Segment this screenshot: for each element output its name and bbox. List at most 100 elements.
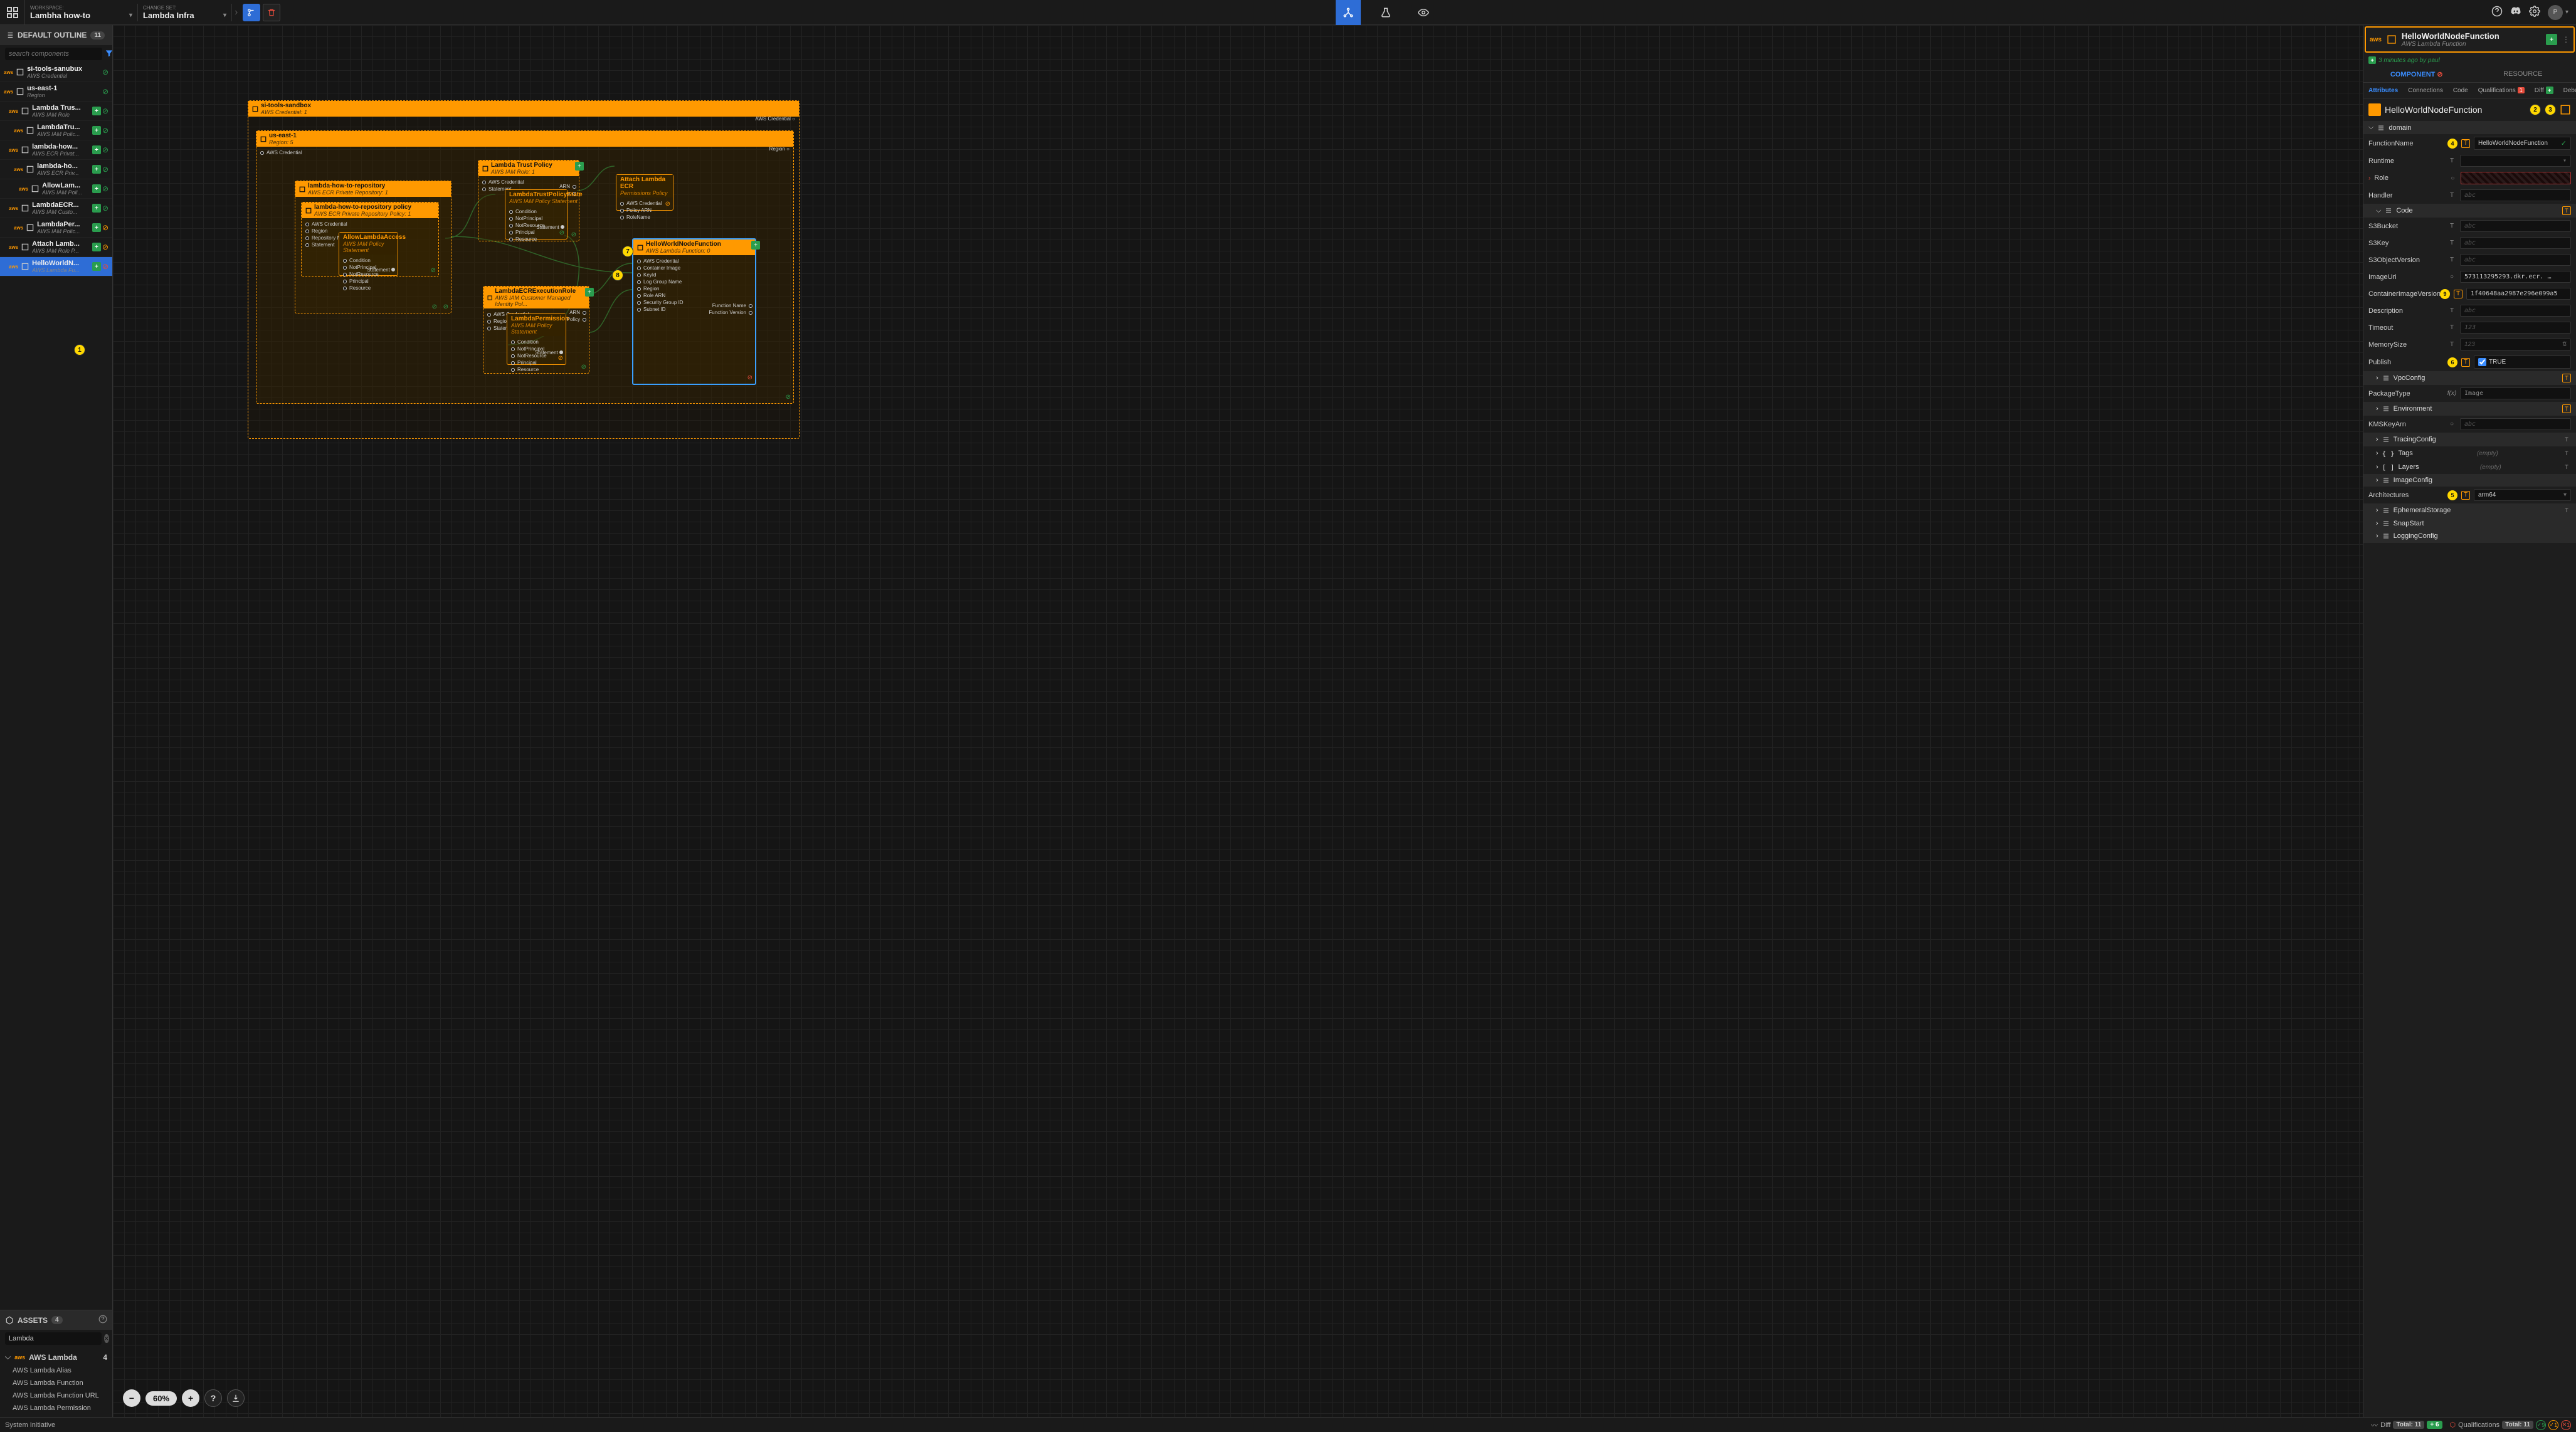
s3objectversion-input[interactable]: abc [2460,254,2571,266]
topbar: WORKSPACE: Lambha how-to CHANGE SET: Lam… [0,0,2576,25]
add-button[interactable]: + [585,288,594,297]
tab-code[interactable]: Code [2448,83,2473,98]
outline-item[interactable]: awsLambda Trus...AWS IAM Role+⊘ [0,102,112,121]
canvas[interactable]: si-tools-sandboxAWS Credential: 1 AWS Cr… [113,25,2363,1417]
lab-view-icon[interactable] [1373,0,1398,25]
edit-icon[interactable]: T [2562,206,2571,215]
assets-title: ASSETS [18,1316,48,1325]
zoom-out-button[interactable]: − [123,1389,140,1407]
add-button[interactable]: + [751,241,760,250]
outline-search-input[interactable] [5,48,102,60]
discord-icon[interactable] [2510,6,2521,19]
changeset-selector[interactable]: CHANGE SET: Lambda Infra [138,4,232,21]
tab-qualifications[interactable]: Qualifications 1 [2473,83,2530,98]
section-imageconfig[interactable]: ›ImageConfig [2363,474,2576,487]
timeout-input[interactable]: 123 [2460,322,2571,334]
outline-item[interactable]: awslambda-ho...AWS ECR Priv...+⊘ [0,160,112,179]
frame-type-icon[interactable] [2560,104,2571,115]
outline-item[interactable]: awsLambdaTru...AWS IAM Polic...+⊘ [0,121,112,140]
assets-search-input[interactable] [5,1332,102,1345]
architectures-input[interactable]: arm64▾ [2474,489,2571,501]
asset-item[interactable]: AWS Lambda Alias [0,1364,112,1377]
containerimageversion-input[interactable]: 1f40648aa2987e296e099a5 [2466,288,2571,300]
asset-item[interactable]: AWS Lambda Function [0,1377,112,1389]
outline-item[interactable]: awsus-east-1Region⊘ [0,82,112,102]
section-loggingconfig[interactable]: ›LoggingConfig [2363,530,2576,542]
tab-attributes[interactable]: Attributes [2363,83,2403,98]
assets-header[interactable]: ASSETS 4 [0,1310,112,1330]
s3bucket-input[interactable]: abc [2460,220,2571,232]
s3key-input[interactable]: abc [2460,237,2571,249]
function-name-input[interactable]: HelloWorldNodeFunction✓ [2474,137,2571,150]
workspace-selector[interactable]: WORKSPACE: Lambha how-to [25,4,138,21]
field-s3key: S3KeyTabc [2363,234,2576,251]
text-type-icon[interactable]: T [2447,157,2456,166]
frame-hello-world[interactable]: HelloWorldNodeFunctionAWS Lambda Functio… [632,238,756,385]
download-button[interactable] [227,1389,245,1407]
socket-type-icon[interactable]: ○ [2448,174,2457,182]
added-icon: + [92,223,101,232]
node-allow[interactable]: AllowLambdaAccessAWS IAM Policy Statemen… [339,232,398,276]
section-tags[interactable]: ›{ }Tags(empty)T [2363,446,2576,460]
imageuri-input[interactable]: 573113295293.dkr.ecr. … [2460,271,2571,283]
outline-item[interactable]: awsHelloWorldN...AWS Lambda Fu...+⊘ [0,257,112,276]
outline-header[interactable]: DEFAULT OUTLINE 11 [0,25,112,45]
zoom-in-button[interactable]: + [182,1389,199,1407]
settings-icon[interactable] [2529,6,2540,19]
outline-item[interactable]: awssi-tools-sanubuxAWS Credential⊘ [0,63,112,82]
node-trust-state[interactable]: LambdaTrustPolicyStateAWS IAM Policy Sta… [505,189,567,240]
assets-group[interactable]: ⌵ aws AWS Lambda 4 [0,1350,112,1364]
qualifications-summary[interactable]: ⬡ Qualifications Total: 11 ✓9 ✓1 ✕1 [2450,1420,2572,1430]
detail-menu-icon[interactable]: ⋮ [2562,35,2570,44]
diff-summary[interactable]: 〰 Diff Total: 11 + 6 [2371,1420,2442,1430]
add-child-button[interactable]: + [2546,34,2557,45]
handler-input[interactable]: abc [2460,189,2571,201]
filter-icon[interactable] [105,49,113,60]
text-type-icon[interactable]: T [2461,139,2470,148]
tab-diff[interactable]: Diff + [2530,83,2558,98]
description-input[interactable]: abc [2460,305,2571,317]
delete-changeset-button[interactable] [263,4,280,21]
add-button[interactable]: + [575,162,584,171]
outline-item[interactable]: awsLambdaECR...AWS IAM Custo...+⊘ [0,199,112,218]
section-environment[interactable]: ›EnvironmentT [2363,402,2576,416]
section-vpcconfig[interactable]: ›VpcConfigT [2363,371,2576,385]
section-layers[interactable]: ›[ ]Layers(empty)T [2363,460,2576,474]
outline-title: DEFAULT OUTLINE [18,31,87,39]
role-input[interactable] [2461,172,2571,184]
status-ok-icon: ⊘ [102,145,108,154]
outline-item[interactable]: awslambda-how...AWS ECR Privat...+⊘ [0,140,112,160]
asset-item[interactable]: AWS Lambda Function URL [0,1389,112,1402]
asset-item[interactable]: AWS Lambda Permission [0,1402,112,1414]
section-ephemeralstorage[interactable]: ›EphemeralStorageT [2363,503,2576,517]
tab-resource[interactable]: RESOURCE [2470,66,2576,82]
app-logo[interactable] [0,0,25,25]
component-name[interactable]: HelloWorldNodeFunction [2385,105,2526,115]
node-permission[interactable]: LambdaPermissionAWS IAM Policy Statement… [507,313,566,365]
merge-button[interactable] [243,4,260,21]
tab-debug[interactable]: Debug [2558,83,2576,98]
view-view-icon[interactable] [1411,0,1436,25]
model-view-icon[interactable] [1336,0,1361,25]
node-attach[interactable]: Attach Lambda ECRPermissions Policy AWS … [616,174,673,211]
tab-component[interactable]: COMPONENT ⊘ [2363,66,2470,82]
clear-search-icon[interactable]: ✕ [104,1334,109,1343]
help-icon[interactable] [2491,6,2503,19]
color-swatch[interactable] [2368,103,2381,116]
kmskeyarn-input[interactable]: abc [2460,418,2571,430]
publish-checkbox[interactable]: TRUE [2474,355,2571,369]
memorysize-input[interactable]: 123⇅ [2460,339,2571,350]
section-code[interactable]: ⌵CodeT [2363,204,2576,218]
outline-item[interactable]: awsLambdaPer...AWS IAM Polic...+⊘ [0,218,112,238]
assets-help-icon[interactable] [98,1315,107,1325]
user-menu[interactable]: P ▾ [2548,5,2568,20]
section-tracingconfig[interactable]: ›TracingConfigT [2363,433,2576,446]
canvas-help-button[interactable]: ? [204,1389,222,1407]
tab-connections[interactable]: Connections [2403,83,2448,98]
section-snapstart[interactable]: ›SnapStart [2363,517,2576,530]
runtime-input[interactable]: ▾ [2460,155,2571,167]
outline-item[interactable]: awsAllowLam...AWS IAM Poli...+⊘ [0,179,112,199]
outline-item[interactable]: awsAttach Lamb...AWS IAM Role P...+⊘ [0,238,112,257]
section-domain[interactable]: ⌵domain [2363,121,2576,134]
text-type-icon[interactable]: T [2447,191,2456,200]
